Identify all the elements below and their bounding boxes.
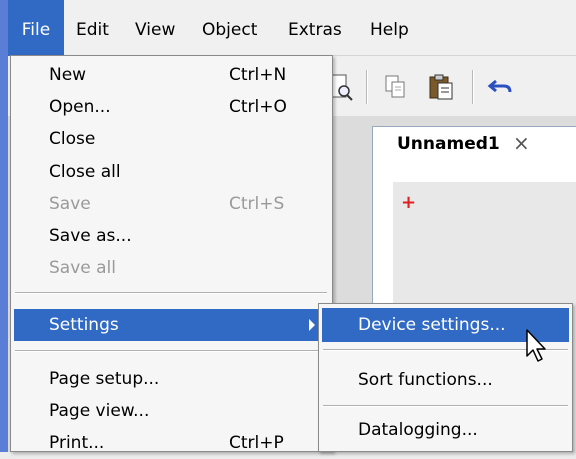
menu-item-label: Save as...	[49, 226, 132, 246]
menu-object[interactable]: Object	[202, 0, 257, 56]
menu-item-label: Close	[49, 129, 96, 149]
menu-item-label: Open...	[49, 97, 111, 117]
menu-item-label: Datalogging...	[358, 420, 478, 440]
menu-item-shortcut: Ctrl+P	[229, 433, 284, 453]
menu-separator	[323, 405, 568, 407]
menu-extras[interactable]: Extras	[288, 0, 342, 56]
origin-marker-icon: +	[401, 192, 417, 213]
menu-item-label: Print...	[49, 433, 105, 453]
menu-item-label: Save	[49, 194, 91, 214]
menu-item-label: Device settings...	[358, 315, 506, 335]
copy-icon[interactable]	[380, 72, 410, 102]
menu-bar: File Edit View Object Extras Help	[8, 0, 576, 56]
toolbar	[322, 56, 576, 116]
menu-item-page-view[interactable]: Page view...	[11, 395, 332, 427]
menu-separator	[15, 350, 327, 352]
menu-item-save: Save Ctrl+S	[11, 188, 332, 220]
menu-file[interactable]: File	[8, 0, 64, 56]
file-menu: New Ctrl+N Open... Ctrl+O Close Close al…	[10, 55, 333, 453]
menu-separator	[15, 292, 327, 294]
menu-item-label: New	[49, 65, 87, 85]
menu-item-page-setup[interactable]: Page setup...	[11, 363, 332, 395]
menu-item-print[interactable]: Print... Ctrl+P	[11, 427, 332, 459]
menu-view[interactable]: View	[135, 0, 175, 56]
document-tab[interactable]: Unnamed1 ×	[372, 126, 576, 162]
menu-item-shortcut: Ctrl+S	[229, 194, 285, 214]
menu-item-label: Close all	[49, 162, 121, 182]
menu-help[interactable]: Help	[370, 0, 409, 56]
undo-icon[interactable]	[486, 72, 516, 102]
menu-item-label: Sort functions...	[358, 370, 493, 390]
menu-edit[interactable]: Edit	[76, 0, 109, 56]
toolbar-separator	[366, 70, 368, 104]
submenu-arrow-icon	[309, 319, 315, 331]
menu-item-new[interactable]: New Ctrl+N	[11, 59, 332, 91]
toolbar-separator	[472, 70, 474, 104]
paste-icon[interactable]	[426, 72, 456, 102]
mouse-pointer-icon	[525, 328, 549, 369]
menu-item-shortcut: Ctrl+N	[229, 65, 287, 85]
menu-item-save-as[interactable]: Save as...	[11, 220, 332, 252]
close-icon[interactable]: ×	[513, 131, 530, 155]
settings-submenu: Device settings... Sort functions... Dat…	[318, 303, 573, 452]
menu-item-settings[interactable]: Settings	[14, 309, 329, 341]
submenu-item-datalogging[interactable]: Datalogging...	[322, 413, 569, 447]
menu-item-close[interactable]: Close	[11, 123, 332, 155]
menu-item-label: Page view...	[49, 401, 150, 421]
menu-item-save-all: Save all	[11, 252, 332, 284]
document-tab-label: Unnamed1	[397, 134, 500, 154]
menu-item-label: Page setup...	[49, 369, 160, 389]
window-frame-border	[0, 0, 8, 452]
menu-item-shortcut: Ctrl+O	[229, 97, 287, 117]
menu-item-label: Settings	[49, 315, 119, 335]
menu-item-open[interactable]: Open... Ctrl+O	[11, 91, 332, 123]
menu-item-label: Save all	[49, 258, 116, 278]
menu-item-close-all[interactable]: Close all	[11, 156, 332, 188]
